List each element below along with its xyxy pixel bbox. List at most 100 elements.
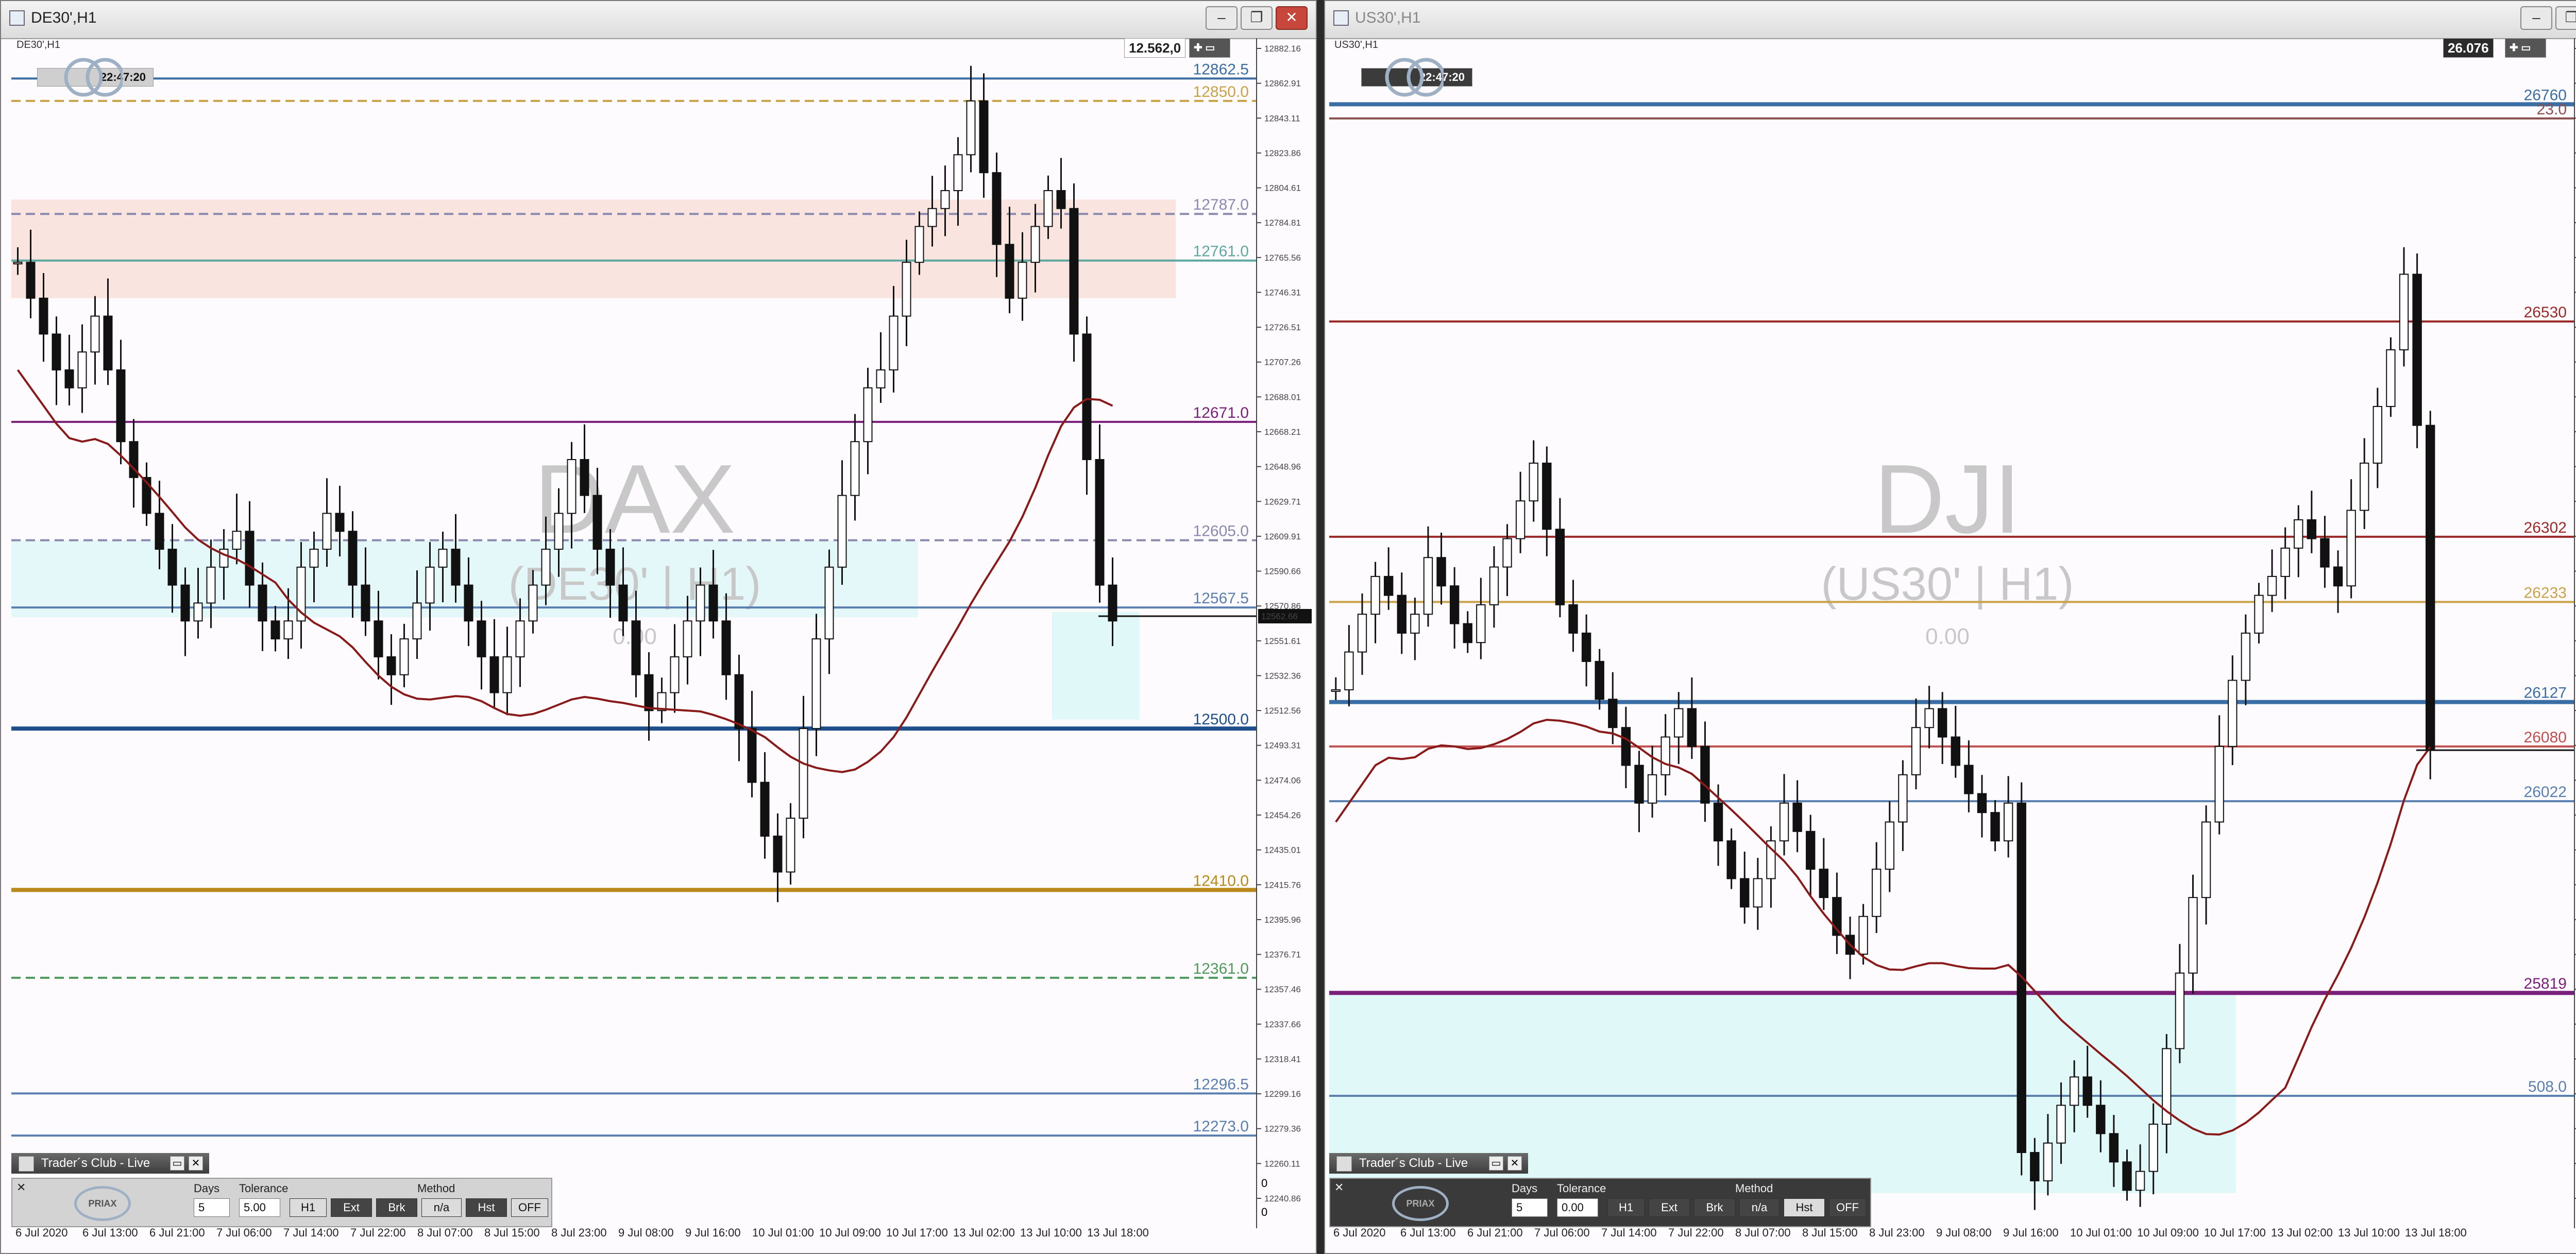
candle-body (193, 602, 203, 622)
axis-tick-label: 12260.11 (1264, 1159, 1300, 1168)
time-axis-label: 9 Jul 08:00 (618, 1226, 674, 1239)
panel-close-icon[interactable]: ✕ (16, 1181, 26, 1194)
candle-body (567, 459, 577, 514)
days-input[interactable]: 5 (1512, 1198, 1548, 1217)
maximize-button[interactable]: ❐ (2555, 6, 2576, 30)
minimize-button[interactable]: – (2520, 6, 2552, 30)
time-axis-label: 7 Jul 14:00 (1601, 1226, 1657, 1239)
maximize-button[interactable]: ❐ (1241, 6, 1273, 30)
candle-body (1819, 869, 1829, 899)
time-axis[interactable]: 6 Jul 2020 6 Jul 13:00 6 Jul 21:00 7 Jul 06… (11, 1224, 1256, 1243)
minimize-button[interactable]: – (1206, 6, 1238, 30)
dock-controls[interactable]: ▭ ✕ (168, 1153, 211, 1174)
tolerance-input[interactable]: 0.00 (1557, 1198, 1598, 1217)
timeframe-button[interactable]: H1 (290, 1198, 327, 1217)
timeframe-button[interactable]: H1 (1607, 1198, 1645, 1217)
candle-body (1977, 793, 1987, 814)
brk-button[interactable]: Brk (1694, 1198, 1735, 1217)
window-title: US30',H1 (1355, 9, 1421, 26)
candle-body (270, 620, 280, 640)
candle-body (464, 584, 473, 622)
time-axis-label: 7 Jul 06:00 (1534, 1226, 1590, 1239)
time-axis-label: 8 Jul 07:00 (417, 1226, 473, 1239)
axis-tick-label: 12882.16 (1264, 44, 1301, 54)
candle-body (2280, 547, 2290, 577)
method-caption: Method (1735, 1182, 1773, 1195)
candle-body (811, 638, 821, 730)
close-button[interactable]: ✕ (1276, 6, 1308, 30)
candle-body (940, 190, 950, 209)
brk-button[interactable]: Brk (376, 1198, 417, 1217)
close-icon[interactable]: ✕ (189, 1156, 203, 1171)
off-button[interactable]: OFF (1829, 1198, 1866, 1217)
candle-body (889, 315, 899, 370)
candle-body (13, 262, 23, 265)
hst-button[interactable]: Hst (466, 1198, 507, 1217)
candle-body (1542, 462, 1552, 530)
candle-body (850, 441, 860, 496)
restore-icon[interactable]: ▭ (170, 1156, 184, 1171)
watermark-symbol: DAX (534, 445, 736, 554)
priax-logo (1385, 58, 1444, 97)
candle-body (992, 172, 1002, 245)
panel-close-icon[interactable]: ✕ (1334, 1181, 1344, 1194)
na-button[interactable]: n/a (1739, 1198, 1780, 1217)
axis-tick-label: 12454.26 (1264, 810, 1301, 820)
candle-body (2386, 349, 2396, 407)
na-button[interactable]: n/a (421, 1198, 462, 1217)
tolerance-input[interactable]: 5.00 (239, 1198, 280, 1217)
price-ticker: 26.076 (2443, 38, 2494, 58)
level-label: 25819 (2524, 975, 2567, 992)
candle-body (1911, 727, 1921, 775)
price-ticker: 12.562,0 (1124, 38, 1186, 58)
candle-body (374, 620, 383, 657)
candle-body (245, 531, 255, 586)
window-divider[interactable] (1317, 0, 1324, 1254)
axis-tick-label: 12746.31 (1264, 287, 1301, 297)
candle-body (1502, 538, 1512, 568)
ext-button[interactable]: Ext (331, 1198, 372, 1217)
hst-button[interactable]: Hst (1784, 1198, 1825, 1217)
ticker-buttons[interactable]: ✚ ▭ (2505, 38, 2546, 58)
chart-subtitle: DE30',H1 (16, 39, 60, 50)
time-axis-label: 9 Jul 16:00 (685, 1226, 741, 1239)
time-axis-label: 10 Jul 01:00 (2070, 1226, 2132, 1239)
restore-icon[interactable]: ▭ (1489, 1156, 1503, 1171)
title-bar[interactable]: US30',H1 – ❐ ✕ (1325, 1, 2576, 39)
candle-body (2135, 1171, 2145, 1191)
time-axis[interactable]: 6 Jul 2020 6 Jul 13:00 6 Jul 21:00 7 Jul 06… (1329, 1224, 2574, 1243)
candle-body (644, 674, 654, 711)
settings-panel: ✕ PRIAX Days 5 Tolerance 5.00 Method H1 … (11, 1178, 552, 1227)
candle-body (1898, 774, 1908, 823)
ext-button[interactable]: Ext (1649, 1198, 1690, 1217)
dji-price-chart[interactable]: DJI(US30' | H1)0.002676023.0265302630226… (1329, 38, 2574, 1224)
minimize-icon: – (2532, 9, 2540, 25)
title-bar[interactable]: DE30',H1 – ❐ ✕ (1, 1, 1316, 39)
close-icon: ✕ (1285, 9, 1298, 25)
time-axis-label: 7 Jul 22:00 (1668, 1226, 1724, 1239)
axis-tick-label: 12609.91 (1264, 532, 1301, 541)
maximize-icon: ❐ (2565, 9, 2576, 25)
ticker-buttons[interactable]: ✚ ▭ (1189, 38, 1230, 58)
candle-body (451, 549, 461, 586)
close-icon[interactable]: ✕ (1507, 1156, 1522, 1171)
off-button[interactable]: OFF (511, 1198, 548, 1217)
candle-body (155, 513, 164, 550)
axis-tick-label: 12395.96 (1264, 915, 1301, 925)
days-input[interactable]: 5 (194, 1198, 230, 1217)
time-axis-label: 10 Jul 09:00 (2137, 1226, 2199, 1239)
candle-body (2056, 1105, 2066, 1144)
candle-body (2201, 821, 2211, 899)
time-axis-label: 8 Jul 23:00 (551, 1226, 607, 1239)
candle-body (1489, 566, 1499, 605)
time-axis-label: 13 Jul 10:00 (1020, 1226, 1082, 1239)
time-axis-label: 6 Jul 2020 (15, 1226, 68, 1239)
candle-body (1740, 878, 1750, 908)
axis-tick-label: 12337.66 (1264, 1020, 1301, 1029)
candle-body (2122, 1161, 2132, 1191)
candle-body (876, 369, 886, 388)
dock-controls[interactable]: ▭ ✕ (1487, 1153, 1530, 1174)
level-label: 12500.0 (1193, 711, 1249, 728)
candle-body (2307, 519, 2317, 539)
dax-price-chart[interactable]: DAX(DE30' | H1)0.0012862.512850.012787.0… (11, 38, 1256, 1224)
